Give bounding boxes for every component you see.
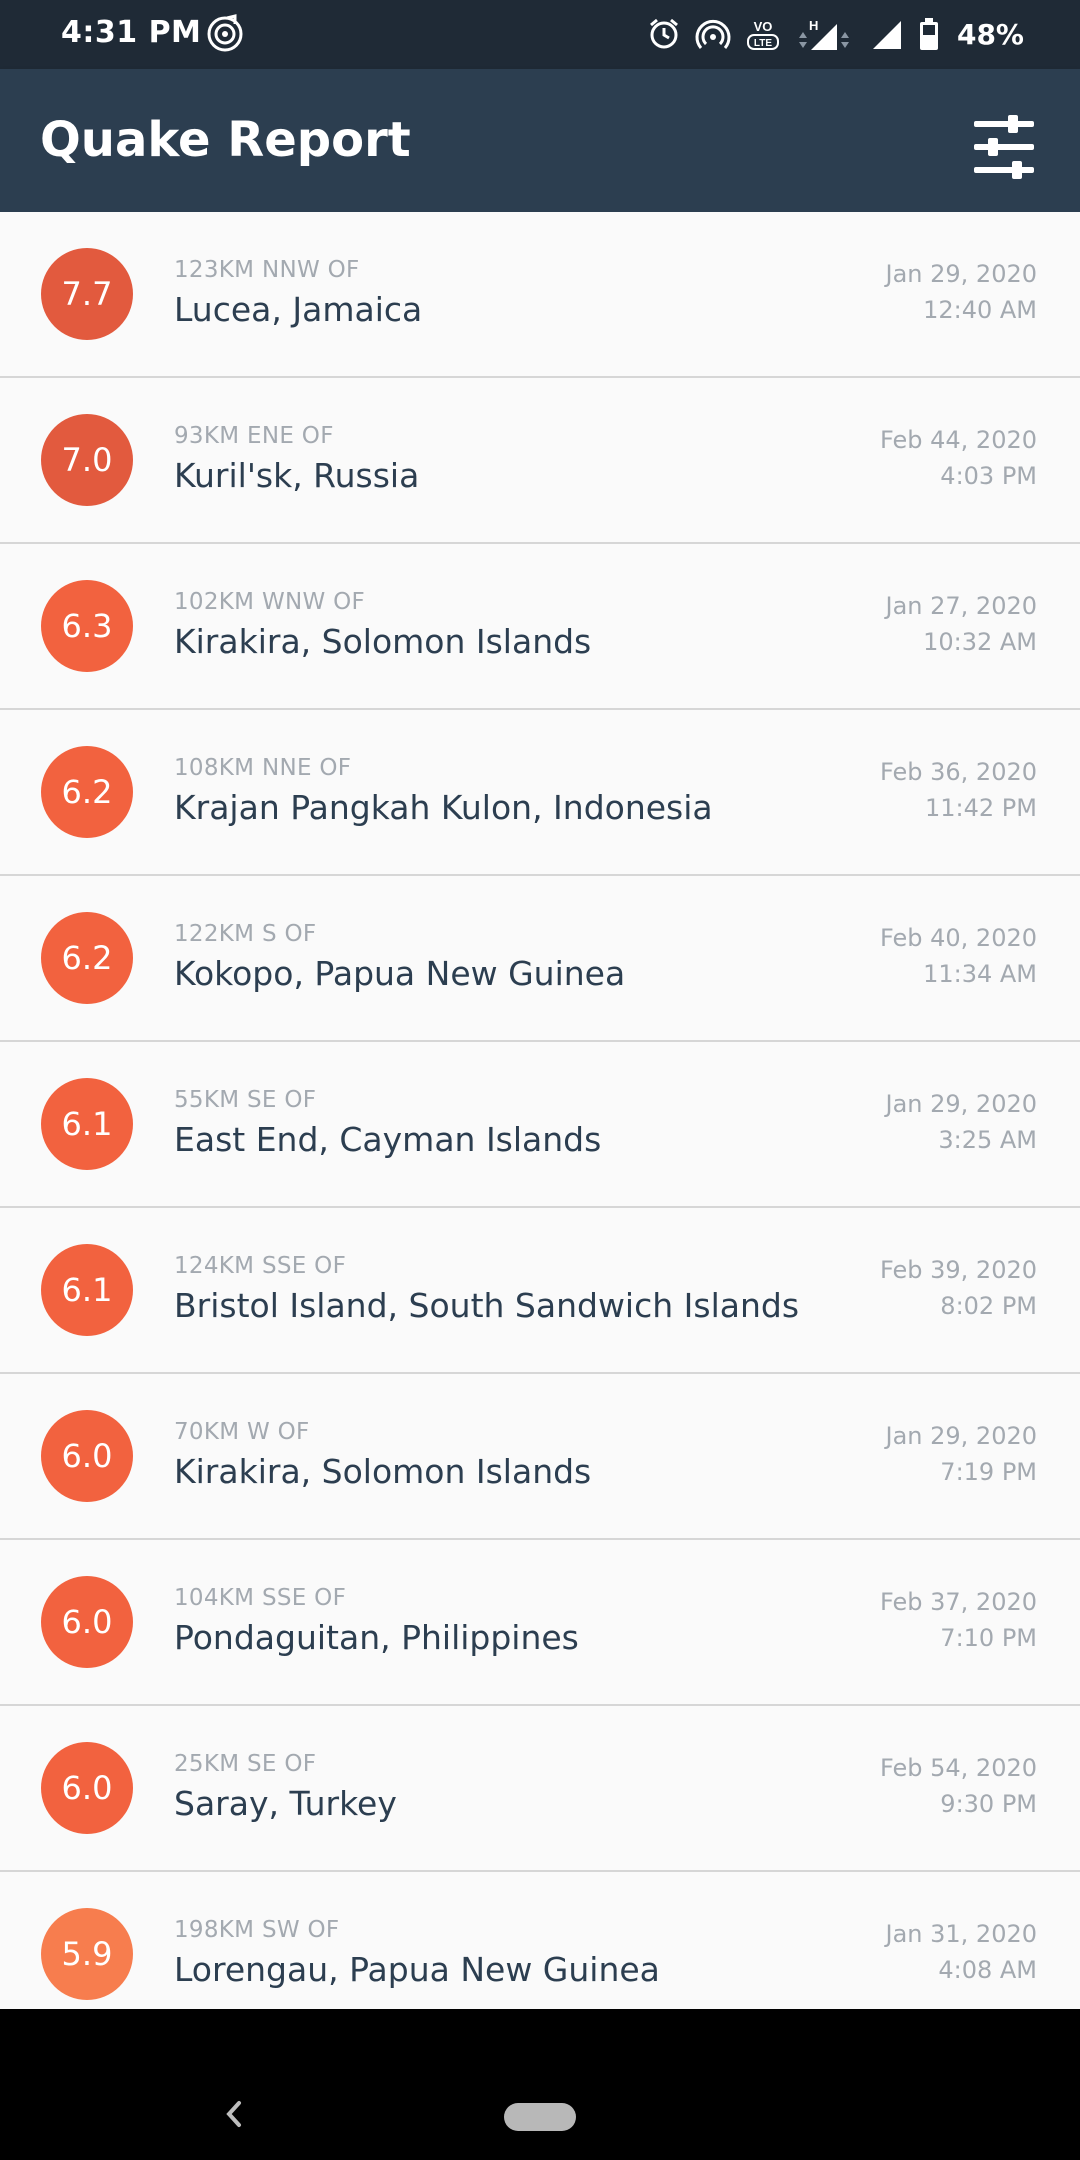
hotspot-icon: [695, 14, 731, 54]
svg-text:VO: VO: [754, 19, 773, 34]
quake-date: Jan 29, 2020: [885, 1090, 1038, 1118]
app-bar: Quake Report: [0, 69, 1080, 212]
quake-time: 7:10 PM: [940, 1624, 1037, 1652]
location-primary: Lucea, Jamaica: [174, 290, 423, 329]
quake-date: Jan 27, 2020: [885, 592, 1038, 620]
location-primary: East End, Cayman Islands: [174, 1120, 602, 1159]
quake-time: 11:34 AM: [923, 960, 1037, 988]
svg-text:LTE: LTE: [754, 38, 772, 49]
location-offset: 25KM SE OF: [174, 1751, 317, 1777]
back-chevron-icon[interactable]: [213, 2089, 253, 2139]
earthquake-list-item[interactable]: 6.2 108KM NNE OF Krajan Pangkah Kulon, I…: [0, 710, 1080, 876]
quake-time: 10:32 AM: [923, 628, 1037, 656]
location-offset: 104KM SSE OF: [174, 1585, 347, 1611]
quake-date: Jan 29, 2020: [885, 1422, 1038, 1450]
location-primary: Saray, Turkey: [174, 1784, 397, 1823]
earthquake-list-item[interactable]: 6.0 70KM W OF Kirakira, Solomon Islands …: [0, 1374, 1080, 1540]
earthquake-list-item[interactable]: 6.3 102KM WNW OF Kirakira, Solomon Islan…: [0, 544, 1080, 710]
earthquake-list-item[interactable]: 6.1 55KM SE OF East End, Cayman Islands …: [0, 1042, 1080, 1208]
quake-time: 9:30 PM: [940, 1790, 1037, 1818]
location-primary: Kirakira, Solomon Islands: [174, 622, 592, 661]
quake-time: 3:25 AM: [938, 1126, 1037, 1154]
status-right-icons: VO LTE H 48%: [647, 14, 1024, 54]
quake-date: Jan 29, 2020: [885, 260, 1038, 288]
location-primary: Krajan Pangkah Kulon, Indonesia: [174, 788, 713, 827]
magnitude-badge: 7.0: [41, 414, 133, 506]
earthquake-list-item[interactable]: 5.9 198KM SW OF Lorengau, Papua New Guin…: [0, 1872, 1080, 2009]
volte-icon: VO LTE: [745, 14, 781, 54]
location-offset: 122KM S OF: [174, 921, 317, 947]
quake-date: Feb 40, 2020: [880, 924, 1037, 952]
quake-date: Feb 44, 2020: [880, 426, 1037, 454]
earthquake-list-item[interactable]: 6.2 122KM S OF Kokopo, Papua New Guinea …: [0, 876, 1080, 1042]
location-offset: 55KM SE OF: [174, 1087, 317, 1113]
earthquake-list-item[interactable]: 6.0 25KM SE OF Saray, Turkey Feb 54, 202…: [0, 1706, 1080, 1872]
music-sync-icon: [205, 14, 245, 54]
battery-percent: 48%: [956, 17, 1024, 51]
location-offset: 198KM SW OF: [174, 1917, 340, 1943]
quake-time: 8:02 PM: [940, 1292, 1037, 1320]
location-primary: Pondaguitan, Philippines: [174, 1618, 579, 1657]
magnitude-badge: 5.9: [41, 1908, 133, 2000]
quake-time: 4:03 PM: [940, 462, 1037, 490]
location-primary: Lorengau, Papua New Guinea: [174, 1950, 660, 1989]
magnitude-badge: 6.2: [41, 746, 133, 838]
location-primary: Kokopo, Papua New Guinea: [174, 954, 626, 993]
quake-date: Feb 39, 2020: [880, 1256, 1037, 1284]
quake-date: Feb 54, 2020: [880, 1754, 1037, 1782]
status-bar: 4:31 PM VO LTE H 48%: [0, 0, 1080, 69]
location-primary: Kuril'sk, Russia: [174, 456, 420, 495]
magnitude-badge: 6.1: [41, 1244, 133, 1336]
app-title: Quake Report: [40, 112, 411, 168]
earthquake-list[interactable]: 7.7 123KM NNW OF Lucea, Jamaica Jan 29, …: [0, 212, 1080, 2009]
navigation-bar: [0, 2009, 1080, 2160]
quake-time: 7:19 PM: [940, 1458, 1037, 1486]
location-offset: 102KM WNW OF: [174, 589, 366, 615]
quake-date: Feb 36, 2020: [880, 758, 1037, 786]
filter-settings-icon[interactable]: [966, 109, 1042, 185]
quake-time: 12:40 AM: [923, 296, 1037, 324]
location-primary: Bristol Island, South Sandwich Islands: [174, 1286, 800, 1325]
quake-date: Jan 31, 2020: [885, 1920, 1038, 1948]
alarm-icon: [647, 14, 681, 54]
location-offset: 124KM SSE OF: [174, 1253, 347, 1279]
location-offset: 70KM W OF: [174, 1419, 310, 1445]
magnitude-badge: 6.0: [41, 1742, 133, 1834]
location-offset: 123KM NNW OF: [174, 257, 360, 283]
home-button[interactable]: [504, 2103, 576, 2131]
quake-time: 4:08 AM: [938, 1956, 1037, 1984]
magnitude-badge: 6.0: [41, 1410, 133, 1502]
magnitude-badge: 6.1: [41, 1078, 133, 1170]
signal-icon: [871, 14, 905, 54]
earthquake-list-item[interactable]: 6.0 104KM SSE OF Pondaguitan, Philippine…: [0, 1540, 1080, 1706]
location-primary: Kirakira, Solomon Islands: [174, 1452, 592, 1491]
location-offset: 93KM ENE OF: [174, 423, 334, 449]
earthquake-list-item[interactable]: 6.1 124KM SSE OF Bristol Island, South S…: [0, 1208, 1080, 1374]
svg-text:H: H: [809, 18, 818, 33]
location-offset: 108KM NNE OF: [174, 755, 352, 781]
earthquake-list-item[interactable]: 7.0 93KM ENE OF Kuril'sk, Russia Feb 44,…: [0, 378, 1080, 544]
magnitude-badge: 6.2: [41, 912, 133, 1004]
magnitude-badge: 6.3: [41, 580, 133, 672]
signal-h-icon: H: [795, 14, 857, 54]
earthquake-list-item[interactable]: 7.7 123KM NNW OF Lucea, Jamaica Jan 29, …: [0, 212, 1080, 378]
battery-icon: [919, 14, 939, 54]
magnitude-badge: 6.0: [41, 1576, 133, 1668]
quake-time: 11:42 PM: [925, 794, 1037, 822]
quake-date: Feb 37, 2020: [880, 1588, 1037, 1616]
status-time: 4:31 PM: [61, 15, 202, 50]
magnitude-badge: 7.7: [41, 248, 133, 340]
